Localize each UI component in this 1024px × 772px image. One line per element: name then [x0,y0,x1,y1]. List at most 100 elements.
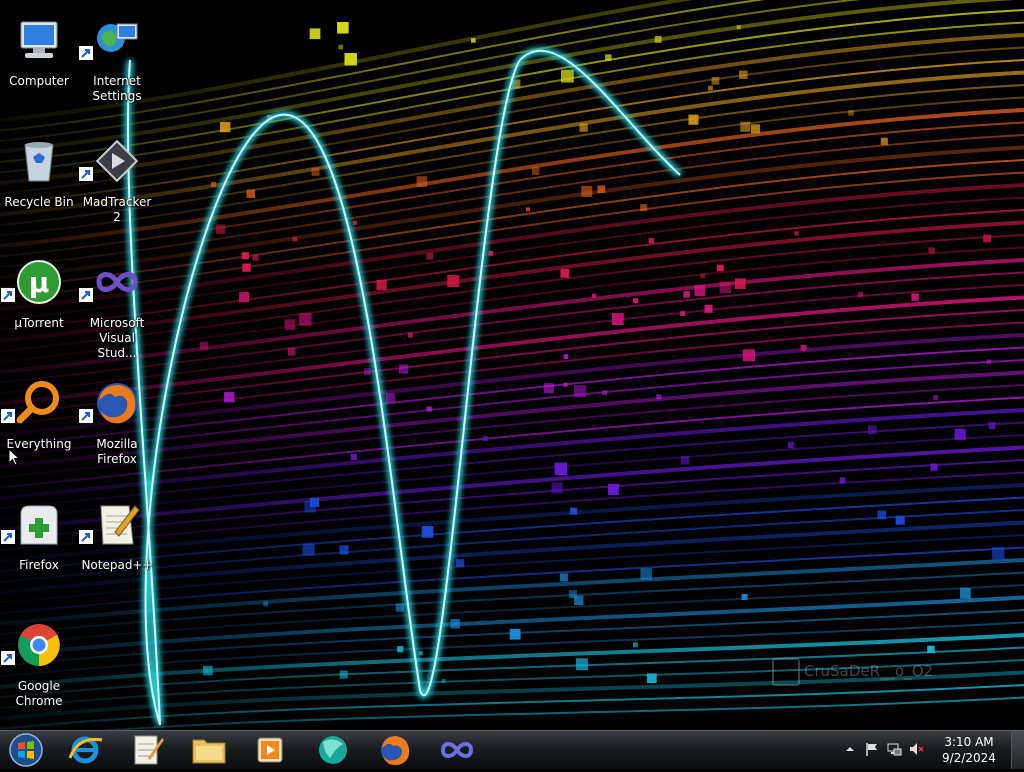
wallpaper-light-square [339,670,348,679]
wallpaper-light-square [242,263,251,272]
wallpaper-light-square [992,547,1005,560]
wallpaper-light-square [605,54,612,61]
desktop-icon-firefox-profile[interactable]: Firefox [1,494,77,598]
wallpaper-light-square [800,344,807,351]
desktop-icon-madtracker[interactable]: MadTracker 2 [79,131,155,235]
wallpaper-light-square [241,252,249,260]
shortcut-arrow-icon [79,530,93,544]
wallpaper-light-square [688,114,699,125]
wallpaper-light-square [395,603,404,612]
show-hidden-icons-arrow[interactable] [842,741,858,757]
wallpaper-light-square [215,224,226,235]
wallpaper-light-square [683,291,690,298]
taskbar-button-visual-studio[interactable] [430,732,484,768]
wallpaper-light-square [309,497,320,508]
taskbar-button-web-browser[interactable] [306,732,360,768]
desktop[interactable]: Computer Recycle Bin µ µTorrent Everythi… [0,0,1024,730]
wallpaper-light-square [640,568,653,580]
visual-studio-icon [96,272,138,292]
wallpaper-light-square [739,70,748,80]
wallpaper-light-square [704,304,713,313]
wallpaper-light-square [694,285,706,296]
wallpaper-light-square [928,247,935,254]
windows-start-icon[interactable] [6,731,46,769]
desktop-icon-label: Internet Settings [92,74,142,103]
shortcut-arrow-icon [1,288,15,302]
recycle-bin-icon [24,142,54,182]
desktop-icon-computer[interactable]: Computer [1,10,77,114]
wallpaper-light-square [880,137,888,145]
wallpaper-light-square [450,619,460,629]
wallpaper-light-square [575,658,588,671]
desktop-icon-notepad-plus-plus[interactable]: Notepad++ [79,494,155,598]
desktop-icon-label: Notepad++ [81,558,153,572]
wallpaper-light-square [742,349,755,362]
wallpaper-light-square [633,642,638,648]
visual-studio-icon [440,742,474,758]
wallpaper-light-square [954,428,966,440]
wallpaper-light-square [648,238,654,244]
taskbar-button-file-explorer[interactable] [182,732,236,768]
desktop-icon-label: Recycle Bin [4,195,74,209]
wallpaper-light-square [385,393,396,403]
volume-muted-icon[interactable] [908,741,924,757]
web-browser-icon [319,736,347,764]
wallpaper-light-square [337,21,349,34]
wallpaper-light-square [561,69,574,83]
wallpaper-light-square [543,383,554,394]
shortcut-arrow-icon [79,288,93,302]
wallpaper-light-square [656,394,662,400]
wallpaper-light-square [456,559,465,568]
wallpaper-light-square [740,121,751,132]
desktop-icon-mozilla-firefox[interactable]: Mozilla Firefox [79,373,155,477]
wallpaper-light-square [839,477,846,484]
wallpaper-light-square [441,679,446,684]
wallpaper-light-square [581,185,593,197]
clock-time: 3:10 AM [944,735,994,749]
network-icon[interactable] [886,741,902,757]
wallpaper-light-square [284,319,296,331]
wallpaper-light-square [376,279,387,290]
wallpaper-light-square [591,293,597,298]
wallpaper-light-square [302,543,315,556]
notepad-icon [134,735,164,765]
desktop-icon-internet-settings[interactable]: Internet Settings [79,10,155,114]
shortcut-arrow-icon [79,46,93,60]
taskbar-button-firefox[interactable] [368,732,422,768]
wallpaper-light-square [563,354,569,359]
wallpaper-light-square [339,545,349,555]
desktop-icon-utorrent[interactable]: µ µTorrent [1,252,77,356]
utorrent-icon: µ [17,260,61,304]
taskbar-clock[interactable]: 3:10 AM 9/2/2024 [934,734,1004,766]
wallpaper-light-square [988,422,996,430]
wallpaper-light-square [858,291,863,297]
show-desktop-button[interactable] [1011,731,1024,769]
shortcut-arrow-icon [79,167,93,181]
desktop-icon-label: Firefox [19,558,59,572]
wallpaper-light-square [526,207,531,212]
wallpaper-light-square [407,332,413,338]
desktop-icon-label: Google Chrome [15,679,63,708]
system-tray: 3:10 AM 9/2/2024 [834,731,1024,769]
wallpaper-light-square [933,395,938,400]
desktop-icon-recycle-bin[interactable]: Recycle Bin [1,131,77,235]
wallpaper-light-square [736,25,741,30]
wallpaper-light-square [611,313,624,325]
wallpaper-light-square [350,453,357,461]
wallpaper-light-square [299,313,312,326]
wallpaper-light-square [344,53,357,66]
wallpaper-light-square [654,35,662,43]
taskbar-button-internet-explorer[interactable] [58,732,112,768]
taskbar-button-notepad[interactable] [120,732,174,768]
desktop-icon-google-chrome[interactable]: Google Chrome [1,615,77,719]
desktop-icon-label: µTorrent [14,316,64,330]
mouse-cursor-icon [8,448,20,466]
taskbar-button-media-player[interactable] [243,732,297,768]
wallpaper-light-square [751,124,761,134]
desktop-icon-visual-studio[interactable]: Microsoft Visual Stud... [79,252,155,360]
wallpaper-light-square [563,382,568,387]
wallpaper-light-square [554,462,568,476]
action-center-flag-icon[interactable] [864,741,880,757]
wallpaper-light-square [719,281,732,294]
clock-date: 9/2/2024 [942,751,996,765]
